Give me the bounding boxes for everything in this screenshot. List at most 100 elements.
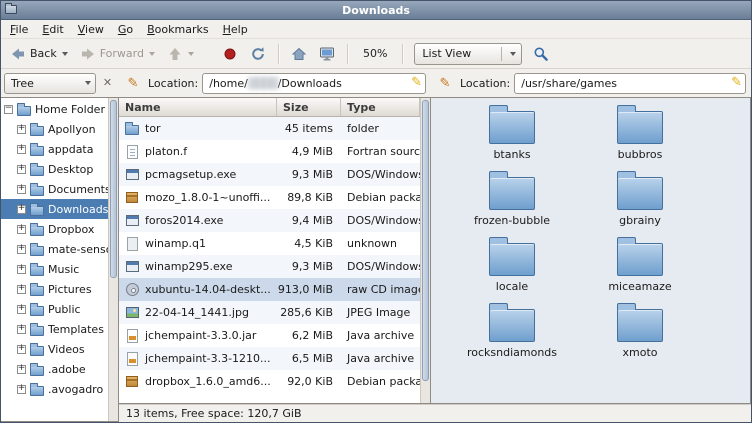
table-row[interactable]: foros2014.exe 9,4 MiB DOS/Windows ex: [119, 209, 420, 232]
disc-image-file-icon: [123, 283, 141, 296]
sidebar-item-apollyon[interactable]: Apollyon: [1, 119, 108, 139]
expand-icon[interactable]: [17, 225, 26, 234]
folder-item-frozen-bubble[interactable]: frozen-bubble: [453, 170, 571, 236]
table-row[interactable]: dropbox_1.6.0_amd6... 92,0 KiB Debian pa…: [119, 370, 420, 393]
main-pane: Location: /home/▒▒▒▒/Downloads Location:…: [119, 69, 751, 422]
expand-icon[interactable]: [17, 265, 26, 274]
file-name: xubuntu-14.04-deskt...: [145, 283, 271, 296]
table-row[interactable]: mozo_1.8.0-1~unoffi... 89,8 KiB Debian p…: [119, 186, 420, 209]
sidebar-item-home-folder[interactable]: Home Folder: [1, 99, 108, 119]
expand-icon[interactable]: [17, 165, 26, 174]
sidebar-item-documents[interactable]: Documents: [1, 179, 108, 199]
edit-location-button[interactable]: [122, 73, 144, 94]
folder-item-miceamaze[interactable]: miceamaze: [581, 236, 699, 302]
sidebar-item-appdata[interactable]: appdata: [1, 139, 108, 159]
folder-item-locale[interactable]: locale: [453, 236, 571, 302]
desktop-button[interactable]: [314, 42, 340, 66]
folder-item-gbrainy[interactable]: gbrainy: [581, 170, 699, 236]
location-input-left[interactable]: /home/▒▒▒▒/Downloads: [202, 73, 426, 94]
toolbar-separator: [278, 44, 279, 64]
path-value: /usr/share/games: [521, 77, 617, 90]
sidebar-item-downloads[interactable]: Downloads: [1, 199, 108, 219]
list-rows: tor 45 items folder platon.f 4,9 MiB For…: [119, 117, 420, 403]
scrollbar-thumb[interactable]: [110, 100, 117, 278]
folder-item-btanks[interactable]: btanks: [453, 104, 571, 170]
menu-view[interactable]: View: [71, 21, 111, 38]
column-header-size[interactable]: Size: [277, 98, 341, 116]
sidebar-item-label: Home Folder: [35, 103, 105, 116]
folder-icon: [30, 306, 44, 316]
column-header-name[interactable]: Name: [119, 98, 277, 116]
side-pane-mode-select[interactable]: Tree: [4, 73, 96, 94]
expand-icon[interactable]: [17, 385, 26, 394]
file-type: Java archive: [341, 329, 420, 342]
folder-item-xmoto[interactable]: xmoto: [581, 302, 699, 368]
expand-icon[interactable]: [17, 365, 26, 374]
file-list-scrollbar[interactable]: [420, 98, 430, 403]
expand-icon[interactable]: [17, 325, 26, 334]
file-type: DOS/Windows ex: [341, 260, 420, 273]
menu-bookmarks[interactable]: Bookmarks: [140, 21, 215, 38]
table-row-selected[interactable]: xubuntu-14.04-deskt... 913,0 MiB raw CD …: [119, 278, 420, 301]
expand-icon[interactable]: [17, 185, 26, 194]
menu-file[interactable]: File: [3, 21, 35, 38]
expand-icon[interactable]: [17, 345, 26, 354]
sidebar-item-pictures[interactable]: Pictures: [1, 279, 108, 299]
folder-item-bubbros[interactable]: bubbros: [581, 104, 699, 170]
sidebar-item-label: Videos: [48, 343, 85, 356]
scrollbar-thumb[interactable]: [422, 100, 429, 381]
sidebar-item-avogadro[interactable]: .avogadro: [1, 379, 108, 399]
menu-go[interactable]: Go: [111, 21, 140, 38]
expand-icon[interactable]: [17, 125, 26, 134]
menu-edit[interactable]: Edit: [35, 21, 70, 38]
executable-file-icon: [123, 215, 141, 226]
table-row[interactable]: winamp295.exe 9,3 MiB DOS/Windows ex: [119, 255, 420, 278]
sidebar-item-videos[interactable]: Videos: [1, 339, 108, 359]
expand-icon[interactable]: [17, 285, 26, 294]
sidebar-item-mate-sensors[interactable]: mate-sensors-: [1, 239, 108, 259]
search-button[interactable]: [528, 42, 554, 66]
sidebar-item-dropbox[interactable]: Dropbox: [1, 219, 108, 239]
sidebar-item-adobe[interactable]: .adobe: [1, 359, 108, 379]
sidebar-scrollbar[interactable]: [108, 98, 118, 421]
view-mode-select[interactable]: List View: [414, 43, 522, 65]
folder-icon: [617, 111, 663, 144]
titlebar[interactable]: Downloads: [1, 1, 751, 20]
back-button[interactable]: Back: [5, 42, 73, 66]
edit-location-button[interactable]: [434, 73, 456, 94]
view-mode-value: List View: [422, 47, 494, 60]
sidebar-item-music[interactable]: Music: [1, 259, 108, 279]
expand-icon[interactable]: [17, 205, 26, 214]
table-row[interactable]: winamp.q1 4,5 KiB unknown: [119, 232, 420, 255]
table-row[interactable]: jchempaint-3.3.0.jar 6,2 MiB Java archiv…: [119, 324, 420, 347]
table-row[interactable]: pcmagsetup.exe 9,3 MiB DOS/Windows ex: [119, 163, 420, 186]
expand-icon[interactable]: [17, 245, 26, 254]
forward-button[interactable]: Forward: [75, 42, 160, 66]
expand-icon[interactable]: [17, 145, 26, 154]
column-header-type[interactable]: Type: [341, 98, 420, 116]
sidebar-item-desktop[interactable]: Desktop: [1, 159, 108, 179]
expand-icon[interactable]: [17, 305, 26, 314]
sidebar-item-templates[interactable]: Templates: [1, 319, 108, 339]
up-button[interactable]: [162, 42, 199, 66]
image-file-icon: [123, 307, 141, 318]
file-type: DOS/Windows ex: [341, 214, 420, 227]
location-input-right[interactable]: /usr/share/games: [514, 73, 746, 94]
back-label: Back: [30, 47, 57, 60]
table-row[interactable]: 22-04-14_1441.jpg 285,6 KiB JPEG Image: [119, 301, 420, 324]
location-bar-left: Location: /home/▒▒▒▒/Downloads: [119, 70, 431, 97]
collapse-icon[interactable]: [4, 105, 13, 114]
table-row[interactable]: tor 45 items folder: [119, 117, 420, 140]
file-size: 9,4 MiB: [277, 214, 341, 227]
folder-icon: [30, 226, 44, 236]
folder-item-rocksndiamonds[interactable]: rocksndiamonds: [453, 302, 571, 368]
home-button[interactable]: [286, 42, 312, 66]
sidebar-item-public[interactable]: Public: [1, 299, 108, 319]
menu-help[interactable]: Help: [216, 21, 255, 38]
table-row[interactable]: platon.f 4,9 MiB Fortran source co: [119, 140, 420, 163]
close-side-pane-button[interactable]: [99, 75, 116, 92]
stop-button[interactable]: [217, 42, 243, 66]
table-row[interactable]: jchempaint-3.3-1210... 6,5 MiB Java arch…: [119, 347, 420, 370]
reload-button[interactable]: [245, 42, 271, 66]
reload-icon: [250, 46, 266, 62]
